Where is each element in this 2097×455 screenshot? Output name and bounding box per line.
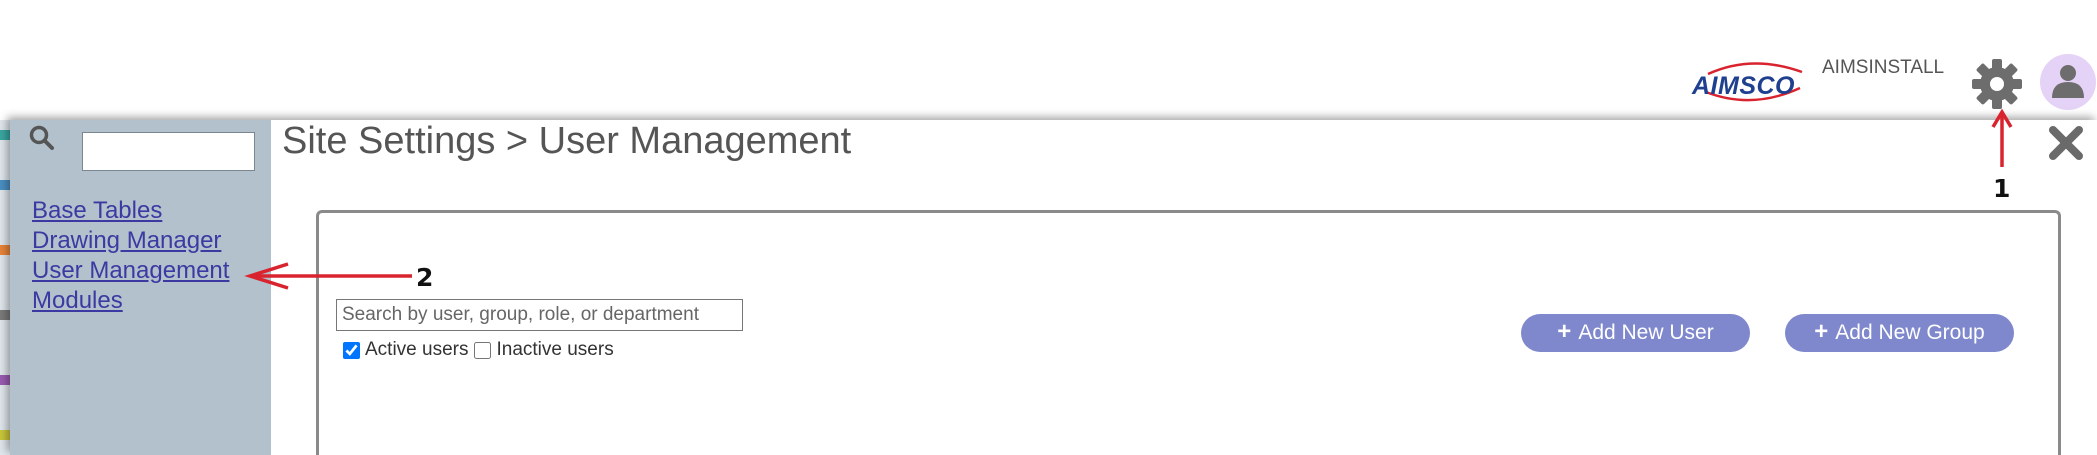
inactive-users-checkbox[interactable] xyxy=(474,341,492,359)
logo-text: AIMSCO xyxy=(1692,72,1795,100)
sidebar-item-user-management[interactable]: User Management xyxy=(32,256,229,286)
annotation-label-2: 2 xyxy=(416,263,434,292)
settings-nav: Base Tables Drawing Manager User Managem… xyxy=(32,196,229,316)
settings-sidebar: Base Tables Drawing Manager User Managem… xyxy=(10,120,271,455)
account-name: AIMSINSTALL xyxy=(1822,57,1945,78)
page-title: Site Settings > User Management xyxy=(282,120,852,162)
active-users-checkbox[interactable] xyxy=(343,341,360,359)
annotation-label-1: 1 xyxy=(1993,174,2011,203)
active-users-label: Active users xyxy=(365,339,469,360)
search-icon xyxy=(29,125,54,150)
gear-icon[interactable] xyxy=(1970,57,2024,111)
sidebar-search-input[interactable] xyxy=(82,132,255,171)
add-new-user-button[interactable]: + Add New User xyxy=(1521,314,1750,352)
add-new-group-label: Add New Group xyxy=(1835,321,1985,344)
plus-icon: + xyxy=(1814,317,1829,345)
site-settings-dialog: Base Tables Drawing Manager User Managem… xyxy=(10,120,2097,455)
user-management-panel: Active users Inactive users + Add New Us… xyxy=(316,210,2061,455)
person-icon xyxy=(2052,65,2084,98)
sidebar-item-drawing-manager[interactable]: Drawing Manager xyxy=(32,226,229,256)
close-icon[interactable] xyxy=(2046,123,2086,163)
inactive-users-label: Inactive users xyxy=(496,339,614,360)
user-avatar-icon[interactable] xyxy=(2040,54,2096,110)
user-status-filters: Active users Inactive users xyxy=(343,339,620,361)
sidebar-item-modules[interactable]: Modules xyxy=(32,286,229,316)
add-new-user-label: Add New User xyxy=(1578,321,1714,344)
add-new-group-button[interactable]: + Add New Group xyxy=(1785,314,2014,352)
sidebar-item-base-tables[interactable]: Base Tables xyxy=(32,196,229,226)
user-search-input[interactable] xyxy=(336,299,743,331)
plus-icon: + xyxy=(1557,317,1572,345)
aimsco-logo: AIMSCO xyxy=(1692,56,1810,106)
